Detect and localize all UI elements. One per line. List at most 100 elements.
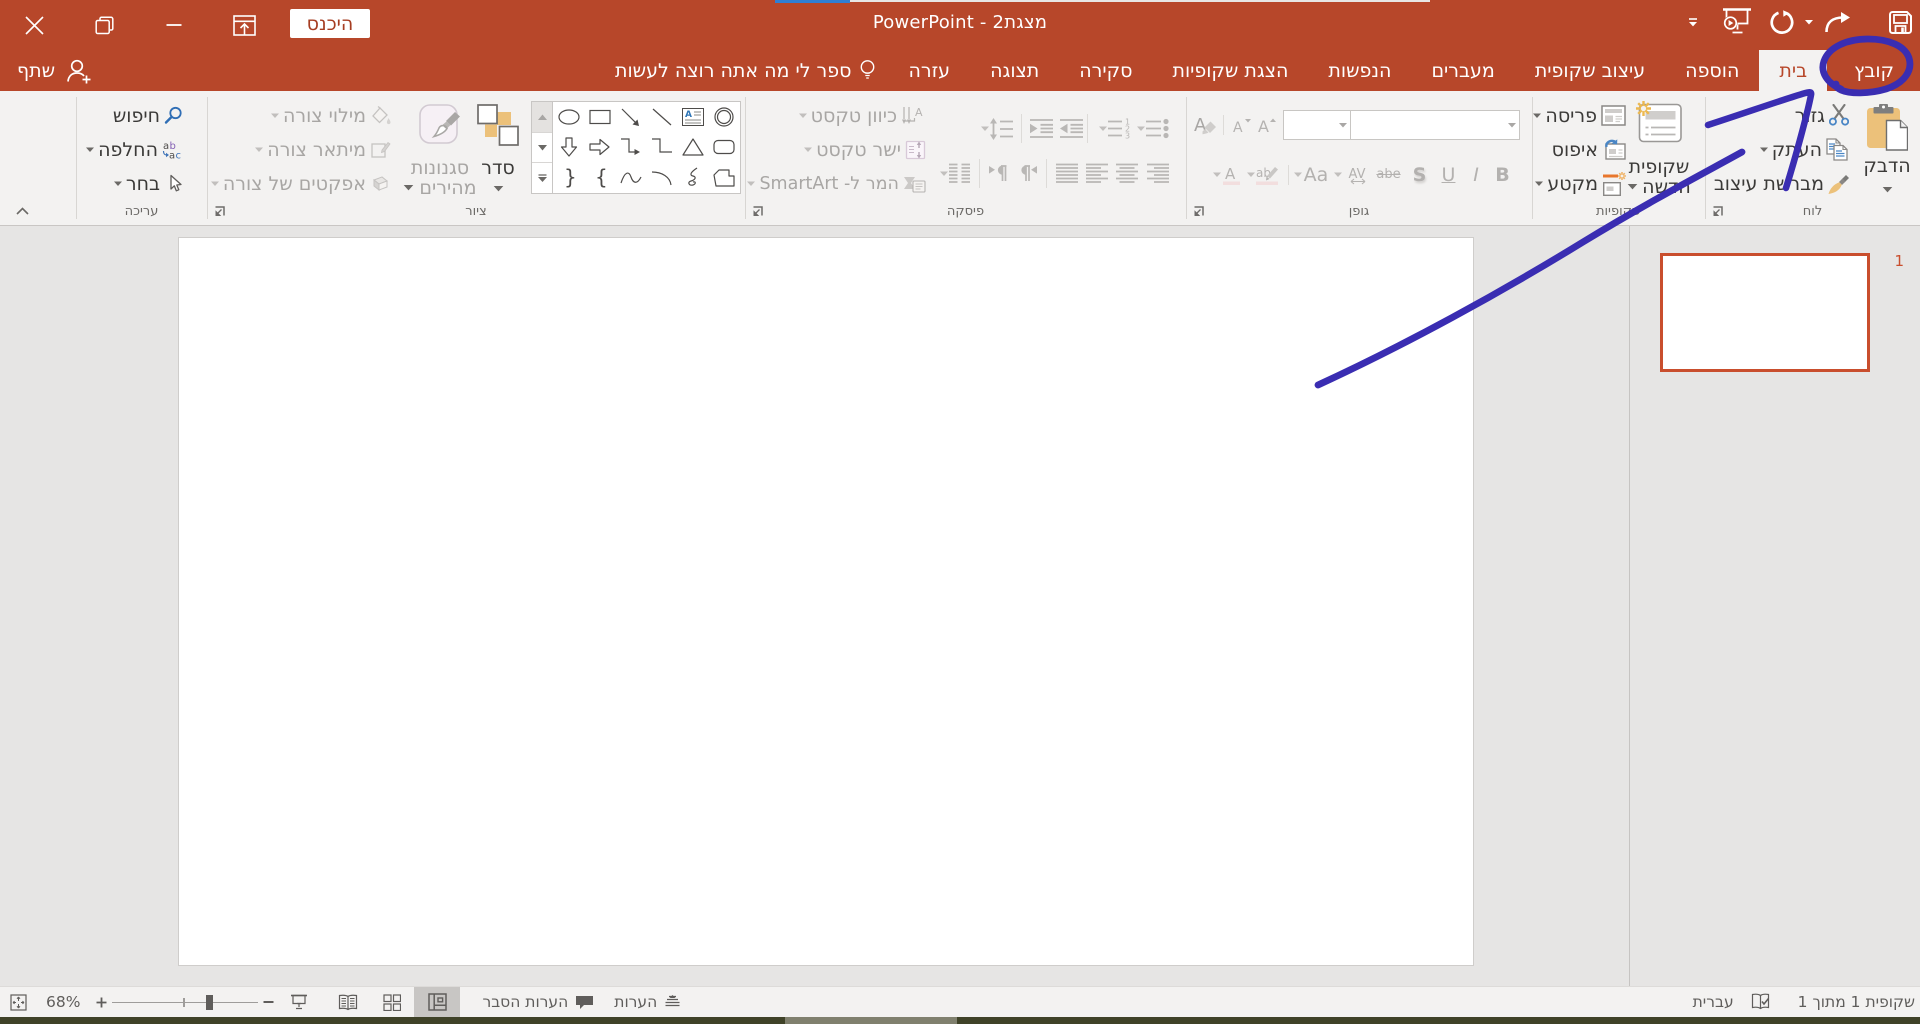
columns-button[interactable] [948, 163, 970, 184]
new-slide-button[interactable]: שקופית חדשה [1627, 101, 1691, 197]
zoom-in-button[interactable] [90, 987, 112, 1017]
slideshow-view-button[interactable] [278, 987, 320, 1017]
shape-triangle[interactable] [678, 132, 709, 162]
shrink-font-button[interactable]: A [1228, 114, 1253, 136]
shape-elbow-arrow-connector[interactable] [615, 132, 646, 162]
fit-slide-to-window-button[interactable] [0, 987, 36, 1017]
spell-check-button[interactable] [1750, 987, 1771, 1017]
align-center-button[interactable] [1116, 163, 1138, 184]
align-right-button[interactable] [1146, 163, 1169, 184]
shape-text-box[interactable]: A [678, 102, 709, 132]
quick-styles-button[interactable]: סגנונות מהירים [407, 104, 473, 198]
arrange-button[interactable]: סדר [475, 104, 521, 192]
shape-scribble[interactable] [678, 163, 709, 193]
slide-canvas[interactable] [179, 238, 1473, 965]
shape-curve[interactable] [615, 163, 646, 193]
bullets-button[interactable] [1145, 118, 1169, 139]
share-button[interactable]: שתף [0, 50, 109, 91]
text-shadow-button[interactable]: S [1405, 164, 1434, 186]
tab-transitions[interactable]: מעברים [1411, 50, 1514, 91]
slide-counter[interactable]: שקופית 1 מתוך 1 [1771, 987, 1920, 1017]
tab-insert[interactable]: הוספה [1665, 50, 1759, 91]
layout-button[interactable]: פריסה [1531, 104, 1628, 127]
shape-arc[interactable] [646, 163, 677, 193]
undo-button[interactable] [1761, 0, 1801, 44]
find-button[interactable]: חיפוש [84, 104, 185, 127]
shape-down-arrow[interactable] [553, 132, 584, 162]
shapes-scroll-down[interactable] [532, 132, 552, 163]
copy-button[interactable]: העתק [1712, 138, 1851, 161]
tab-review[interactable]: סקירה [1059, 50, 1152, 91]
line-spacing-button[interactable] [989, 118, 1013, 140]
shapes-gallery-more[interactable] [532, 162, 552, 193]
tab-home[interactable]: בית [1759, 50, 1827, 91]
zoom-slider[interactable] [112, 987, 258, 1017]
tab-design[interactable]: עיצוב שקופית [1515, 50, 1665, 91]
language-button[interactable]: עברית [1679, 987, 1750, 1017]
tab-slideshow[interactable]: הצגת שקופיות [1152, 50, 1308, 91]
tell-me-box[interactable]: ספר לי מה אתה רוצה לעשות [603, 50, 889, 91]
shape-line[interactable] [646, 102, 677, 132]
paste-button[interactable]: הדבק [1861, 104, 1913, 193]
captions-button[interactable]: הערות הסבר [478, 987, 600, 1017]
format-painter-button[interactable]: מברשת עיצוב [1712, 172, 1851, 195]
shape-right-arrow[interactable] [584, 132, 615, 162]
highlight-button[interactable]: ab [1255, 164, 1281, 186]
zoom-slider-thumb[interactable] [206, 995, 213, 1010]
shape-ellipse[interactable] [553, 102, 584, 132]
shape-oval-double[interactable] [709, 102, 740, 132]
shape-fill-button[interactable]: מילוי צורה [209, 104, 393, 127]
numbering-button[interactable]: 123 [1107, 118, 1131, 139]
slide-1-thumbnail[interactable] [1660, 253, 1870, 372]
bold-button[interactable]: B [1489, 164, 1516, 186]
ltr-direction-button[interactable] [989, 164, 1008, 183]
text-direction-button[interactable]: A כיוון טקסט [745, 104, 928, 127]
replace-button[interactable]: ab ac החלפה [84, 138, 185, 161]
shape-effects-button[interactable]: אפקטים של צורה [209, 172, 393, 195]
font-color-button[interactable]: A [1221, 164, 1243, 186]
tab-animations[interactable]: הנפשות [1308, 50, 1411, 91]
strikethrough-button[interactable]: abe [1372, 163, 1405, 186]
reading-view-button[interactable] [326, 987, 370, 1017]
italic-button[interactable]: I [1463, 164, 1489, 186]
font-size-combo[interactable] [1283, 110, 1350, 140]
shape-outline-button[interactable]: מיתאר צורה [209, 138, 393, 161]
convert-smartart-button[interactable]: המר ל- SmartArt [745, 172, 928, 195]
rtl-direction-button[interactable] [1018, 164, 1037, 183]
select-button[interactable]: בחר [84, 172, 185, 195]
start-from-beginning-button[interactable] [1717, 0, 1757, 44]
shape-left-brace[interactable]: { [584, 163, 615, 193]
decrease-indent-button[interactable] [1060, 118, 1083, 139]
character-spacing-button[interactable]: AV [1342, 163, 1372, 186]
shape-rectangle[interactable] [584, 102, 615, 132]
shape-arrow-line[interactable] [615, 102, 646, 132]
normal-view-button[interactable] [414, 987, 460, 1017]
redo-button[interactable] [1817, 0, 1857, 44]
clear-formatting-button[interactable]: A [1193, 114, 1219, 136]
reset-button[interactable]: איפוס [1531, 138, 1628, 161]
justify-button[interactable] [1056, 163, 1078, 184]
customize-qat-button[interactable] [1673, 0, 1713, 44]
zoom-out-button[interactable] [258, 987, 278, 1017]
shape-freeform[interactable] [709, 163, 740, 193]
align-text-button[interactable]: ישר טקסט [745, 138, 928, 161]
slide-sorter-view-button[interactable] [370, 987, 414, 1017]
shape-elbow-connector[interactable] [646, 132, 677, 162]
increase-indent-button[interactable] [1030, 118, 1053, 139]
collapse-ribbon-button[interactable] [11, 204, 33, 218]
cut-button[interactable]: גזור [1712, 104, 1851, 127]
change-case-button[interactable]: Aa [1302, 164, 1330, 186]
underline-button[interactable]: U [1434, 164, 1463, 186]
font-name-combo[interactable] [1350, 110, 1520, 140]
section-button[interactable]: מקטע [1531, 172, 1628, 195]
grow-font-button[interactable]: A [1253, 114, 1278, 136]
shape-right-brace[interactable]: } [553, 163, 584, 193]
shapes-scroll-up[interactable] [532, 102, 552, 132]
undo-dropdown[interactable] [1801, 0, 1817, 44]
zoom-level-button[interactable]: 68% [36, 987, 90, 1017]
notes-button[interactable]: הערות [608, 987, 687, 1017]
align-left-button[interactable] [1086, 163, 1108, 184]
shape-rounded-rectangle[interactable] [709, 132, 740, 162]
save-button[interactable] [1880, 0, 1920, 44]
tab-help[interactable]: עזרה [888, 50, 970, 91]
